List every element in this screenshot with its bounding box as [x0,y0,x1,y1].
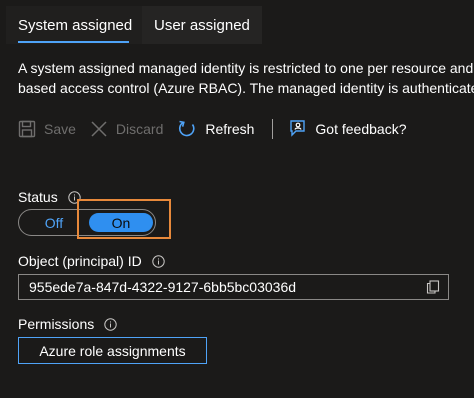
info-icon[interactable] [104,317,117,331]
tab-system-assigned[interactable]: System assigned [6,6,145,44]
toolbar-divider [272,119,274,139]
close-icon [90,120,108,138]
status-label-row: Status [18,189,81,205]
info-icon[interactable] [152,254,165,268]
feedback-button[interactable]: Got feedback? [287,119,406,139]
copy-icon[interactable] [426,280,440,299]
permissions-label-row: Permissions [18,316,117,332]
object-id-field[interactable]: 955ede7a-847d-4322-9127-6bb5bc03036d [18,274,449,300]
description-line-1: A system assigned managed identity is re… [18,60,474,76]
status-label: Status [18,189,58,205]
save-icon [18,120,36,138]
feedback-icon [287,119,307,139]
tab-user-assigned-label: User assigned [154,16,250,34]
object-id-value: 955ede7a-847d-4322-9127-6bb5bc03036d [29,279,297,295]
refresh-label: Refresh [205,121,255,137]
object-id-label-row: Object (principal) ID [18,253,165,269]
description: A system assigned managed identity is re… [18,58,474,98]
save-label: Save [44,121,76,137]
active-tab-indicator [18,41,129,43]
feedback-label: Got feedback? [315,121,407,137]
discard-button[interactable]: Discard [90,120,163,138]
tab-system-assigned-label: System assigned [18,16,133,34]
tab-user-assigned[interactable]: User assigned [142,6,262,44]
save-button[interactable]: Save [18,120,76,138]
highlight-annotation [77,199,171,239]
refresh-button[interactable]: Refresh [177,119,254,139]
discard-label: Discard [115,121,164,137]
permissions-label: Permissions [18,316,95,332]
command-bar: Save Discard Refresh Got feedback? [18,116,420,142]
description-line-2: based access control (Azure RBAC). The m… [18,80,474,96]
azure-role-assignments-button[interactable]: Azure role assignments [18,337,207,364]
refresh-icon [177,119,197,139]
object-id-label: Object (principal) ID [18,253,142,269]
